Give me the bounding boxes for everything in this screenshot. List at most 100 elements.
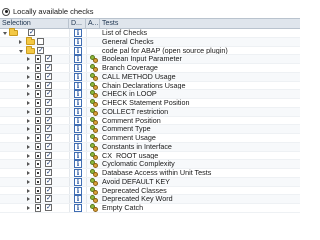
expand-arrow-icon[interactable] bbox=[27, 66, 30, 70]
tree-row[interactable]: i Comment Position bbox=[0, 116, 300, 126]
attributes-icon[interactable] bbox=[89, 204, 99, 212]
locally-available-checks-option[interactable]: Locally available checks bbox=[2, 6, 93, 17]
attributes-icon[interactable] bbox=[89, 177, 99, 186]
tree-row[interactable]: i Boolean Input Parameter bbox=[0, 54, 300, 64]
row-checkbox[interactable] bbox=[45, 133, 52, 141]
attributes-icon[interactable] bbox=[89, 64, 99, 72]
attributes-icon[interactable] bbox=[89, 134, 99, 142]
info-icon[interactable]: i bbox=[74, 142, 82, 151]
expand-arrow-icon[interactable] bbox=[27, 188, 30, 193]
tree-row[interactable]: i Cyclomatic Complexity bbox=[0, 159, 300, 169]
tree-row[interactable]: i CHECK Statement Position bbox=[0, 98, 300, 108]
row-checkbox[interactable] bbox=[45, 54, 52, 63]
attributes-icon[interactable] bbox=[89, 142, 99, 151]
info-icon[interactable]: i bbox=[74, 134, 82, 142]
attributes-icon[interactable] bbox=[89, 186, 99, 195]
info-icon[interactable]: i bbox=[74, 151, 82, 160]
attributes-icon[interactable] bbox=[89, 99, 99, 107]
expand-arrow-icon[interactable] bbox=[27, 206, 30, 210]
expand-arrow-icon[interactable] bbox=[27, 144, 30, 149]
attributes-icon[interactable] bbox=[89, 90, 99, 99]
attributes-icon[interactable] bbox=[89, 169, 99, 177]
tree-row[interactable]: i COLLECT restriction bbox=[0, 107, 300, 117]
info-icon[interactable]: i bbox=[74, 64, 82, 72]
column-header-documentation[interactable]: D... bbox=[69, 19, 86, 28]
info-icon[interactable]: i bbox=[74, 204, 82, 212]
info-icon[interactable]: i bbox=[74, 90, 82, 99]
expand-arrow-icon[interactable] bbox=[27, 153, 30, 158]
info-icon[interactable]: i bbox=[74, 186, 82, 195]
expand-arrow-icon[interactable] bbox=[27, 92, 30, 97]
expand-arrow-icon[interactable] bbox=[27, 162, 30, 167]
tree-row[interactable]: i List of Checks bbox=[0, 28, 300, 38]
attributes-icon[interactable] bbox=[89, 81, 99, 90]
info-icon[interactable]: i bbox=[74, 81, 82, 90]
tree-row[interactable]: i Deprecated Classes bbox=[0, 186, 300, 196]
row-checkbox[interactable] bbox=[45, 107, 52, 115]
expand-arrow-icon[interactable] bbox=[19, 39, 22, 44]
tree-row[interactable]: i Comment Usage bbox=[0, 133, 300, 143]
attributes-icon[interactable] bbox=[89, 116, 99, 125]
tree-row[interactable]: i Deprecated Key Word bbox=[0, 194, 300, 204]
info-icon[interactable]: i bbox=[74, 125, 82, 134]
expand-arrow-icon[interactable] bbox=[27, 179, 30, 184]
row-checkbox[interactable] bbox=[45, 72, 52, 80]
row-checkbox[interactable] bbox=[45, 63, 52, 71]
row-checkbox[interactable] bbox=[45, 142, 52, 150]
tree-row[interactable]: i Empty Catch bbox=[0, 203, 300, 213]
info-icon[interactable]: i bbox=[74, 169, 82, 177]
tree-row[interactable]: i CHECK in LOOP bbox=[0, 89, 300, 99]
info-icon[interactable]: i bbox=[74, 37, 82, 46]
attributes-icon[interactable] bbox=[89, 55, 99, 64]
info-icon[interactable]: i bbox=[74, 160, 82, 169]
tree-row[interactable]: i Branch Coverage bbox=[0, 63, 300, 73]
expand-arrow-icon[interactable] bbox=[27, 197, 30, 202]
attributes-icon[interactable] bbox=[89, 151, 99, 160]
info-icon[interactable]: i bbox=[74, 46, 82, 55]
attributes-icon[interactable] bbox=[89, 195, 99, 204]
info-icon[interactable]: i bbox=[74, 99, 82, 107]
expand-arrow-icon[interactable] bbox=[27, 101, 30, 105]
row-checkbox[interactable] bbox=[45, 194, 52, 203]
column-header-attributes[interactable]: A... bbox=[86, 19, 100, 28]
tree-row[interactable]: i CX_ROOT usage bbox=[0, 151, 300, 161]
info-icon[interactable]: i bbox=[74, 195, 82, 204]
info-icon[interactable]: i bbox=[74, 72, 82, 81]
tree-row[interactable]: i code pal for ABAP (open source plugin) bbox=[0, 45, 300, 56]
radio-button[interactable] bbox=[2, 7, 10, 16]
row-checkbox[interactable] bbox=[45, 203, 52, 211]
expand-arrow-icon[interactable] bbox=[27, 74, 30, 79]
row-checkbox[interactable] bbox=[37, 37, 44, 45]
tree-row[interactable]: i Chain Declarations Usage bbox=[0, 81, 300, 91]
row-checkbox[interactable] bbox=[45, 98, 52, 106]
column-header-tests[interactable]: Tests bbox=[100, 19, 300, 28]
info-icon[interactable]: i bbox=[74, 177, 82, 186]
collapse-arrow-icon[interactable] bbox=[3, 32, 7, 35]
expand-arrow-icon[interactable] bbox=[27, 83, 30, 88]
tree-row[interactable]: i Avoid DEFAULT KEY bbox=[0, 177, 300, 187]
row-checkbox[interactable] bbox=[45, 81, 52, 89]
row-checkbox[interactable] bbox=[45, 177, 52, 185]
attributes-icon[interactable] bbox=[89, 160, 99, 169]
info-icon[interactable]: i bbox=[74, 55, 82, 64]
column-header-selection[interactable]: Selection bbox=[0, 19, 69, 28]
row-checkbox[interactable] bbox=[45, 124, 52, 133]
expand-arrow-icon[interactable] bbox=[27, 57, 30, 62]
expand-arrow-icon[interactable] bbox=[27, 171, 30, 175]
collapse-arrow-icon[interactable] bbox=[19, 49, 23, 53]
row-checkbox[interactable] bbox=[45, 159, 52, 168]
row-checkbox[interactable] bbox=[45, 116, 52, 124]
attributes-icon[interactable] bbox=[89, 107, 99, 116]
info-icon[interactable]: i bbox=[74, 107, 82, 116]
expand-arrow-icon[interactable] bbox=[27, 118, 30, 123]
row-checkbox[interactable] bbox=[45, 168, 52, 176]
tree-row[interactable]: i CALL METHOD Usage bbox=[0, 72, 300, 82]
tree-row[interactable]: i Database Access within Unit Tests bbox=[0, 168, 300, 178]
tree-row[interactable]: i Constants in Interface bbox=[0, 142, 300, 152]
info-icon[interactable]: i bbox=[74, 116, 82, 125]
expand-arrow-icon[interactable] bbox=[27, 109, 30, 114]
expand-arrow-icon[interactable] bbox=[27, 136, 30, 140]
row-checkbox[interactable] bbox=[45, 89, 52, 98]
attributes-icon[interactable] bbox=[89, 125, 99, 134]
tree-row[interactable]: i General Checks bbox=[0, 36, 300, 47]
